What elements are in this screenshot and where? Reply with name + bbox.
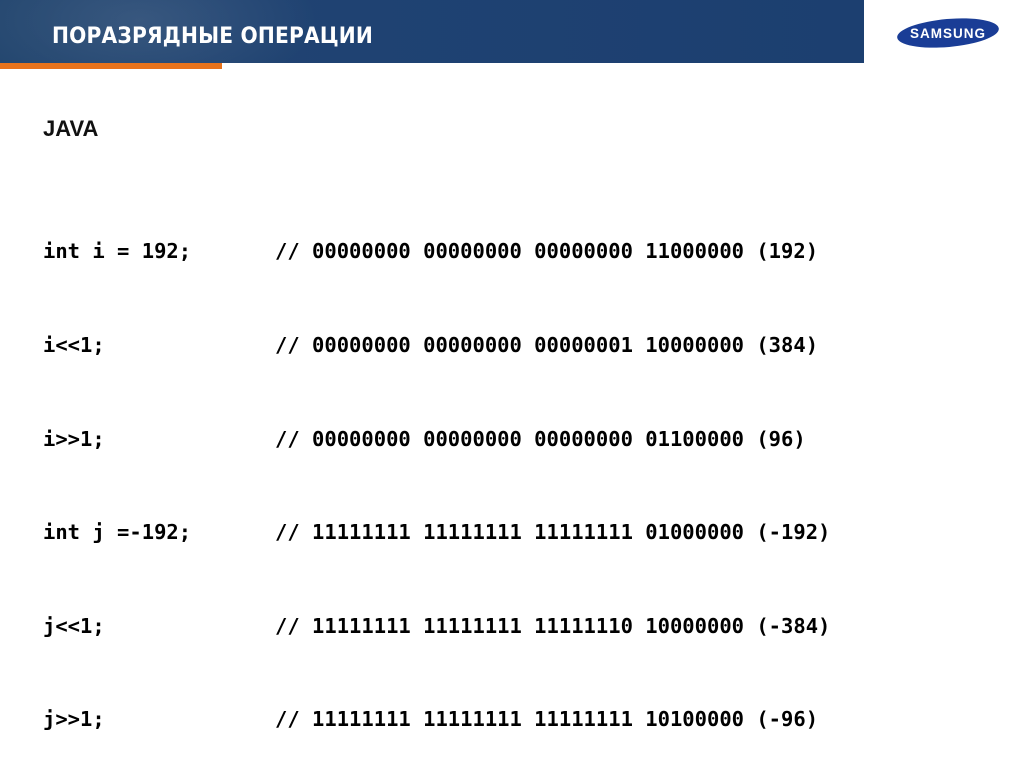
code-statement: i<<1;: [43, 333, 105, 358]
code-statement: i>>1;: [43, 426, 105, 451]
code-statement: int j =-192;: [43, 520, 192, 545]
code-comment: // 00000000 00000000 00000000 01100000 (…: [275, 426, 806, 451]
code-line: int i = 192; // 00000000 00000000 000000…: [43, 236, 830, 267]
code-line: i<<1; // 00000000 00000000 00000001 1000…: [43, 330, 830, 361]
code-block: int i = 192; // 00000000 00000000 000000…: [43, 174, 830, 767]
code-comment: // 11111111 11111111 11111111 10100000 (…: [275, 707, 819, 732]
slide-title: ПОРАЗРЯДНЫЕ ОПЕРАЦИИ: [52, 24, 374, 49]
samsung-logo: SAMSUNG: [896, 16, 1000, 50]
code-comment: // 00000000 00000000 00000000 11000000 (…: [275, 239, 819, 264]
code-line: j<<1; // 11111111 11111111 11111110 1000…: [43, 611, 830, 642]
samsung-logo-text: SAMSUNG: [910, 26, 986, 41]
code-comment: // 00000000 00000000 00000001 10000000 (…: [275, 333, 819, 358]
samsung-logo-icon: SAMSUNG: [897, 18, 999, 48]
code-line: j>>1; // 11111111 11111111 11111111 1010…: [43, 704, 830, 735]
accent-underline: [0, 63, 222, 69]
code-statement: j<<1;: [43, 613, 105, 638]
code-comment: // 11111111 11111111 11111111 01000000 (…: [275, 520, 831, 545]
code-statement: j>>1;: [43, 707, 105, 732]
section-heading: JAVA: [43, 116, 99, 141]
code-line: i>>1; // 00000000 00000000 00000000 0110…: [43, 424, 830, 455]
code-comment: // 11111111 11111111 11111110 10000000 (…: [275, 613, 831, 638]
title-banner: ПОРАЗРЯДНЫЕ ОПЕРАЦИИ: [0, 0, 864, 63]
code-statement: int i = 192;: [43, 239, 192, 264]
code-line: int j =-192; // 11111111 11111111 111111…: [43, 517, 830, 548]
